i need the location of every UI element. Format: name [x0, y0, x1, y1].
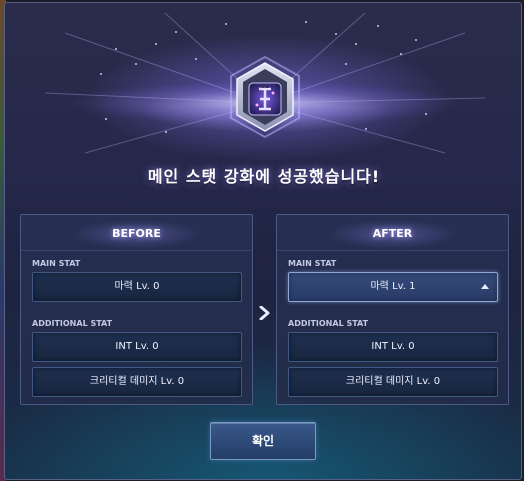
- chevron-right-icon: [259, 306, 270, 320]
- after-main-stat-box: 마력 Lv. 1: [288, 272, 498, 302]
- after-main-stat-value: 마력 Lv. 1: [370, 281, 416, 292]
- before-panel: BEFORE MAIN STAT 마력 Lv. 0 ADDITIONAL STA…: [20, 214, 253, 405]
- before-additional-stat-label: ADDITIONAL STAT: [32, 319, 113, 328]
- up-arrow-icon: [481, 284, 489, 289]
- before-main-stat-label: MAIN STAT: [32, 259, 81, 268]
- after-additional-stat-2: 크리티컬 데미지 Lv. 0: [288, 367, 498, 397]
- after-header: AFTER: [277, 215, 508, 251]
- before-additional-stat-2: 크리티컬 데미지 Lv. 0: [32, 367, 242, 397]
- after-additional-stat-label: ADDITIONAL STAT: [288, 319, 369, 328]
- after-additional-stat-1: INT Lv. 0: [288, 332, 498, 362]
- confirm-button[interactable]: 확인: [210, 422, 316, 460]
- after-main-stat-label: MAIN STAT: [288, 259, 337, 268]
- after-panel: AFTER MAIN STAT 마력 Lv. 1 ADDITIONAL STAT…: [276, 214, 509, 405]
- result-title: 메인 스탯 강화에 성공했습니다!: [147, 167, 381, 186]
- emblem-badge: 01: [260, 83, 270, 90]
- before-additional-stat-1: INT Lv. 0: [32, 332, 242, 362]
- before-main-stat-value: 마력 Lv. 0: [32, 272, 242, 302]
- before-header: BEFORE: [21, 215, 252, 251]
- hexagon-rune-emblem-icon: [230, 55, 300, 139]
- enhance-result-dialog: 01 메인 스탯 강화에 성공했습니다! BEFORE MAIN STAT 마력…: [4, 2, 522, 480]
